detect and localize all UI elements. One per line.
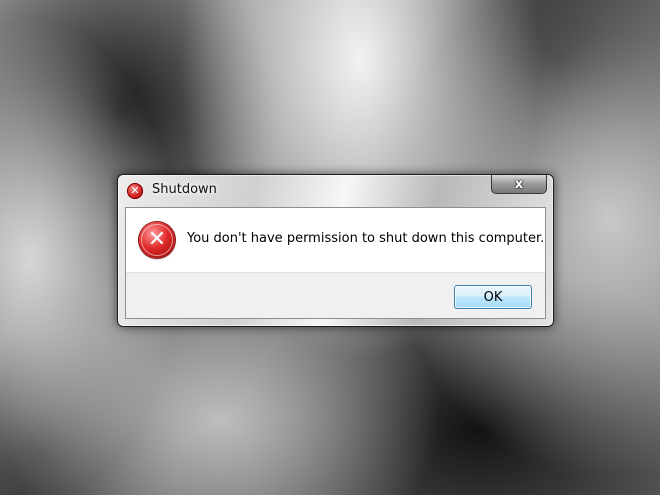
error-icon: ✕ <box>127 183 143 199</box>
dialog-titlebar[interactable]: ✕ Shutdown x <box>118 175 553 207</box>
dialog-content: ✕ You don't have permission to shut down… <box>125 207 546 319</box>
ok-button[interactable]: OK <box>454 285 532 309</box>
error-message: You don't have permission to shut down t… <box>187 231 545 246</box>
button-area: OK <box>126 272 545 318</box>
dialog-title: Shutdown <box>152 182 217 197</box>
close-button[interactable]: x <box>491 175 547 194</box>
error-icon-glyph: ✕ <box>130 184 140 197</box>
shutdown-error-dialog: ✕ Shutdown x ✕ You don't have permission… <box>117 174 554 327</box>
error-icon: ✕ <box>139 222 175 258</box>
error-icon-glyph: ✕ <box>147 227 167 252</box>
close-icon: x <box>514 176 524 192</box>
message-area: ✕ You don't have permission to shut down… <box>126 208 545 272</box>
